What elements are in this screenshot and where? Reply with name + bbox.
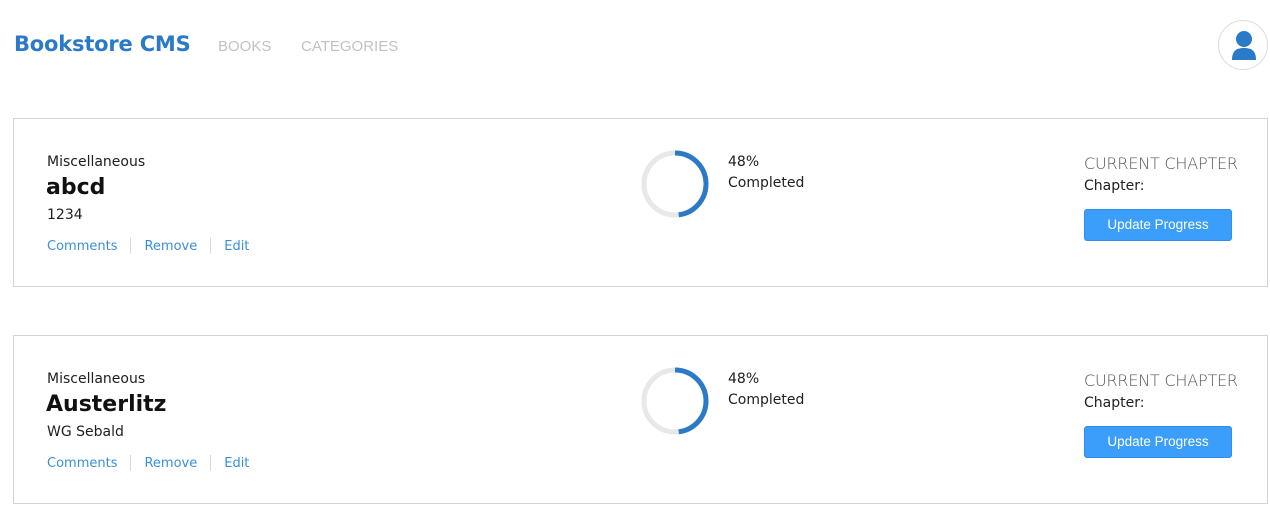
comments-button[interactable]: Comments [47,239,117,254]
user-avatar-button[interactable] [1218,20,1268,70]
nav-categories[interactable]: CATEGORIES [301,38,398,55]
remove-button[interactable]: Remove [144,239,197,254]
divider [210,455,212,471]
book-actions: Comments Remove Edit [47,237,249,255]
book-author: 1234 [47,207,83,223]
book-actions: Comments Remove Edit [47,454,249,472]
chapter-label: Chapter: [1084,395,1145,411]
edit-button[interactable]: Edit [224,239,249,254]
book-author: WG Sebald [47,424,124,440]
progress-completed-label: Completed [728,392,805,408]
chapter-label: Chapter: [1084,178,1145,194]
current-chapter-heading: CURRENT CHAPTER [1084,371,1238,390]
update-progress-button[interactable]: Update Progress [1084,209,1232,241]
comments-button[interactable]: Comments [47,456,117,471]
book-card: Miscellaneous abcd 1234 Comments Remove … [13,118,1268,287]
book-title: abcd [46,175,106,200]
progress-completed-label: Completed [728,175,805,191]
divider [130,455,132,471]
progress-percent: 48% [728,154,760,170]
brand-title[interactable]: Bookstore CMS [14,32,191,56]
edit-button[interactable]: Edit [224,456,249,471]
divider [210,238,212,254]
update-progress-button[interactable]: Update Progress [1084,426,1232,458]
user-icon [1232,31,1256,60]
remove-button[interactable]: Remove [144,456,197,471]
book-genre: Miscellaneous [47,371,146,387]
book-genre: Miscellaneous [47,154,146,170]
progress-ring [641,150,709,218]
book-title: Austerlitz [46,392,167,417]
book-card: Miscellaneous Austerlitz WG Sebald Comme… [13,335,1268,504]
progress-ring [641,367,709,435]
current-chapter-heading: CURRENT CHAPTER [1084,154,1238,173]
progress-percent: 48% [728,371,760,387]
page-header: Bookstore CMS BOOKS CATEGORIES [0,0,1270,94]
divider [130,238,132,254]
nav-books[interactable]: BOOKS [218,38,271,55]
